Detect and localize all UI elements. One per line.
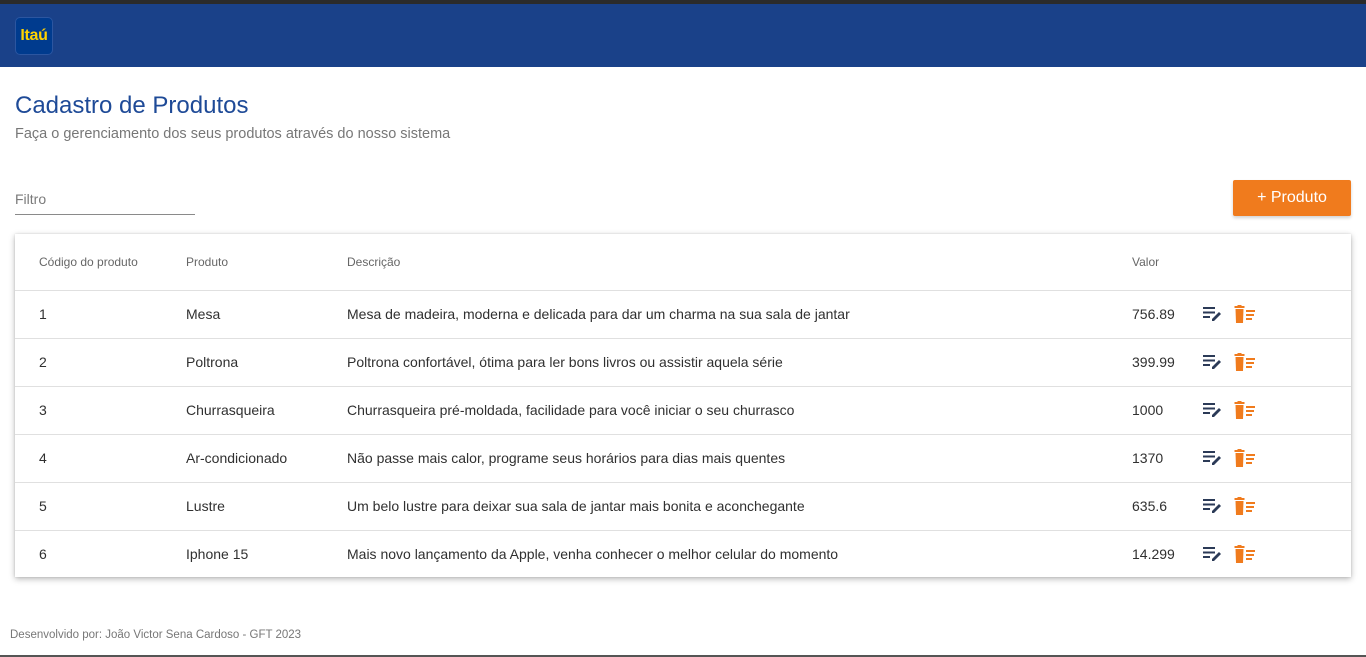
column-header-description: Descrição [347,254,401,269]
product-name: Iphone 15 [186,546,249,563]
table-row: 5 Lustre Um belo lustre para deixar sua … [15,482,1351,530]
product-value: 399.99 [1132,354,1175,370]
product-code: 5 [39,498,47,514]
product-name: Poltrona [186,354,239,370]
delete-icon[interactable] [1234,351,1256,373]
product-value: 1000 [1132,402,1164,418]
product-description: Mesa de madeira, moderna e delicada para… [347,306,850,322]
filter-input[interactable] [15,186,195,212]
delete-icon[interactable] [1234,303,1256,325]
product-value: 14.299 [1132,546,1175,563]
row-actions [1202,530,1351,578]
product-code: 4 [39,450,47,466]
app-header: Itaú [0,4,1366,67]
logo-text: Itaú [20,27,48,44]
filter-field [15,186,195,215]
product-name: Lustre [186,498,225,514]
product-code: 1 [39,306,47,322]
product-value: 1370 [1132,450,1164,466]
products-table-card: Código do produto Produto Descrição Valo… [15,234,1351,577]
edit-icon[interactable] [1202,447,1224,469]
edit-icon[interactable] [1202,495,1224,517]
add-product-button[interactable]: + Produto [1233,180,1351,216]
table-row: 3 Churrasqueira Churrasqueira pré-moldad… [15,386,1351,434]
row-actions [1202,290,1351,338]
product-code: 6 [39,546,47,563]
delete-icon[interactable] [1234,543,1256,565]
delete-icon[interactable] [1234,495,1256,517]
table-row: 2 Poltrona Poltrona confortável, ótima p… [15,338,1351,386]
products-table: Código do produto Produto Descrição Valo… [15,234,1351,578]
delete-icon[interactable] [1234,399,1256,421]
edit-icon[interactable] [1202,399,1224,421]
row-actions [1202,482,1351,530]
product-value: 756.89 [1132,306,1175,322]
itau-logo[interactable]: Itaú [15,17,53,55]
page-title: Cadastro de Produtos [15,92,249,119]
table-row: 1 Mesa Mesa de madeira, moderna e delica… [15,290,1351,338]
table-header-row: Código do produto Produto Descrição Valo… [15,234,1351,290]
product-description: Churrasqueira pré-moldada, facilidade pa… [347,402,795,418]
product-description: Poltrona confortável, ótima para ler bon… [347,354,783,370]
product-code: 2 [39,354,47,370]
product-description: Não passe mais calor, programe seus horá… [347,450,786,466]
product-value: 635.6 [1132,498,1168,514]
product-description: Um belo lustre para deixar sua sala de j… [347,498,805,514]
edit-icon[interactable] [1202,351,1224,373]
footer-credits: Desenvolvido por: João Victor Sena Cardo… [10,629,302,641]
product-code: 3 [39,402,47,418]
product-description: Mais novo lançamento da Apple, venha con… [347,546,839,563]
row-actions [1202,434,1351,482]
product-name: Mesa [186,306,221,322]
column-header-product: Produto [186,254,229,269]
column-header-code: Código do produto [39,254,138,269]
table-row: 6 Iphone 15 Mais novo lançamento da Appl… [15,530,1351,578]
row-actions [1202,386,1351,434]
product-name: Ar-condicionado [186,450,288,466]
page-subtitle: Faça o gerenciamento dos seus produtos a… [15,126,451,142]
edit-icon[interactable] [1202,543,1224,565]
table-row: 4 Ar-condicionado Não passe mais calor, … [15,434,1351,482]
row-actions [1202,338,1351,386]
edit-icon[interactable] [1202,303,1224,325]
delete-icon[interactable] [1234,447,1256,469]
column-header-value: Valor [1132,254,1160,269]
product-name: Churrasqueira [186,402,275,418]
column-header-actions [1202,234,1351,290]
